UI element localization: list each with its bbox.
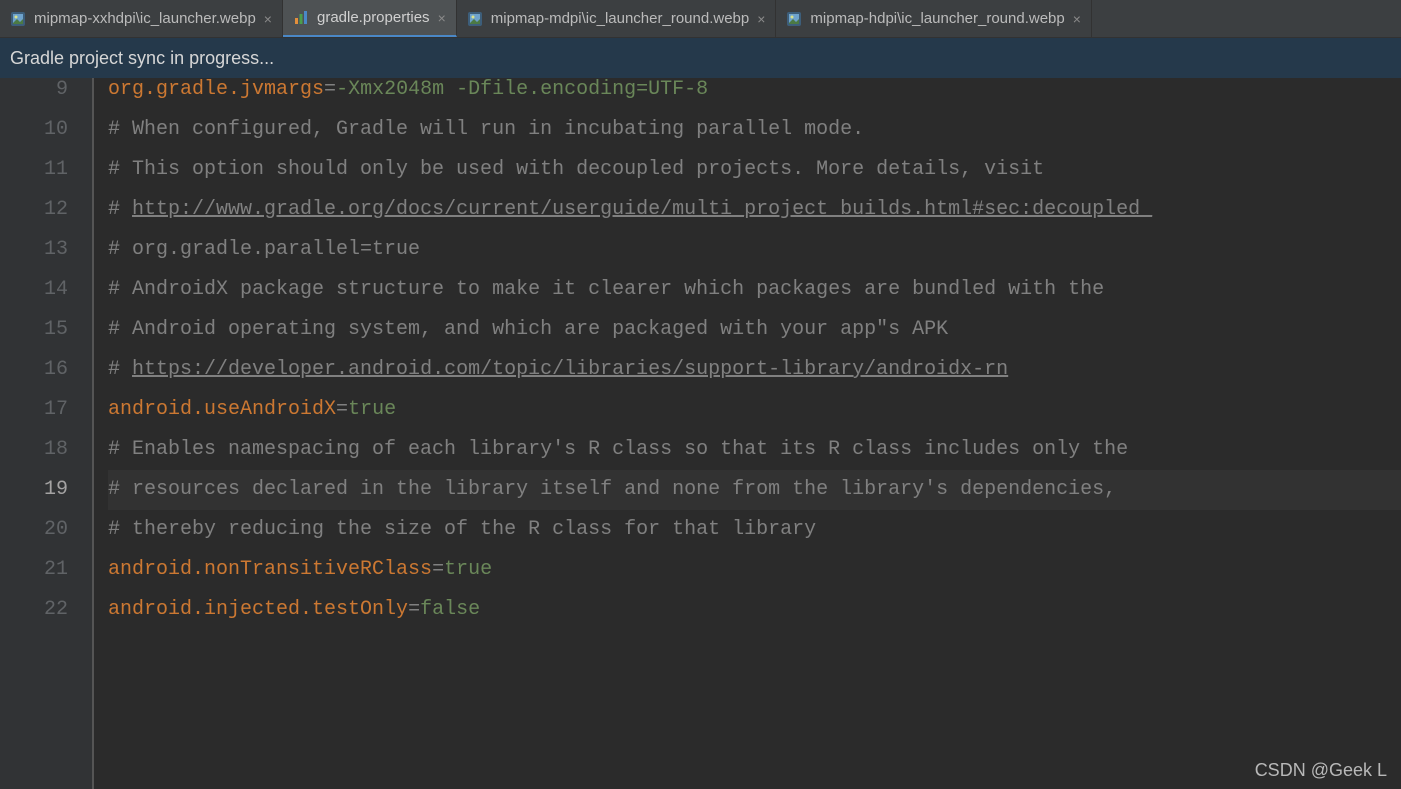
close-icon[interactable]: ×	[438, 10, 446, 26]
image-file-icon	[786, 11, 802, 27]
code-line[interactable]: # http://www.gradle.org/docs/current/use…	[108, 190, 1401, 230]
close-icon[interactable]: ×	[1073, 11, 1081, 27]
code-line[interactable]: # resources declared in the library itse…	[108, 470, 1401, 510]
code-line[interactable]: # org.gradle.parallel=true	[108, 230, 1401, 270]
code-line[interactable]: android.useAndroidX=true	[108, 390, 1401, 430]
code-line[interactable]: # thereby reducing the size of the R cla…	[108, 510, 1401, 550]
tab-ic-launcher-xxhdpi[interactable]: mipmap-xxhdpi\ic_launcher.webp ×	[0, 0, 283, 37]
line-number: 22	[0, 590, 68, 630]
image-file-icon	[10, 11, 26, 27]
tab-label: gradle.properties	[317, 9, 430, 26]
code-line[interactable]: org.gradle.jvmargs=-Xmx2048m -Dfile.enco…	[108, 78, 1401, 110]
line-number: 12	[0, 190, 68, 230]
code-content[interactable]: # The setting is particularly useful for…	[94, 78, 1401, 789]
code-editor[interactable]: 8910111213141516171819202122 # The setti…	[0, 78, 1401, 789]
code-line[interactable]: # AndroidX package structure to make it …	[108, 270, 1401, 310]
code-line[interactable]: # This option should only be used with d…	[108, 150, 1401, 190]
line-number: 19	[0, 470, 68, 510]
line-number: 9	[0, 78, 68, 110]
code-line[interactable]: android.nonTransitiveRClass=true	[108, 550, 1401, 590]
line-number: 10	[0, 110, 68, 150]
code-line[interactable]: # When configured, Gradle will run in in…	[108, 110, 1401, 150]
editor-tab-bar: mipmap-xxhdpi\ic_launcher.webp × gradle.…	[0, 0, 1401, 38]
close-icon[interactable]: ×	[264, 11, 272, 27]
properties-file-icon	[293, 10, 309, 26]
line-number: 17	[0, 390, 68, 430]
line-number: 21	[0, 550, 68, 590]
url-link[interactable]: http://www.gradle.org/docs/current/userg…	[132, 198, 1152, 221]
tab-gradle-properties[interactable]: gradle.properties ×	[283, 0, 457, 37]
tab-ic-launcher-round-mdpi[interactable]: mipmap-mdpi\ic_launcher_round.webp ×	[457, 0, 777, 37]
image-file-icon	[467, 11, 483, 27]
line-number-gutter: 8910111213141516171819202122	[0, 78, 94, 789]
line-number: 13	[0, 230, 68, 270]
code-line[interactable]: # Android operating system, and which ar…	[108, 310, 1401, 350]
code-line[interactable]: # https://developer.android.com/topic/li…	[108, 350, 1401, 390]
line-number: 16	[0, 350, 68, 390]
line-number: 14	[0, 270, 68, 310]
code-line[interactable]: # Enables namespacing of each library's …	[108, 430, 1401, 470]
tab-label: mipmap-xxhdpi\ic_launcher.webp	[34, 10, 256, 27]
watermark: CSDN @Geek L	[1255, 760, 1387, 781]
line-number: 18	[0, 430, 68, 470]
banner-text: Gradle project sync in progress...	[10, 48, 274, 69]
gradle-sync-banner: Gradle project sync in progress...	[0, 38, 1401, 78]
line-number: 15	[0, 310, 68, 350]
url-link[interactable]: https://developer.android.com/topic/libr…	[132, 358, 1008, 381]
close-icon[interactable]: ×	[757, 11, 765, 27]
line-number: 11	[0, 150, 68, 190]
tab-ic-launcher-round-hdpi[interactable]: mipmap-hdpi\ic_launcher_round.webp ×	[776, 0, 1092, 37]
code-line[interactable]: android.injected.testOnly=false	[108, 590, 1401, 630]
line-number: 20	[0, 510, 68, 550]
tab-label: mipmap-mdpi\ic_launcher_round.webp	[491, 10, 749, 27]
tab-label: mipmap-hdpi\ic_launcher_round.webp	[810, 10, 1064, 27]
